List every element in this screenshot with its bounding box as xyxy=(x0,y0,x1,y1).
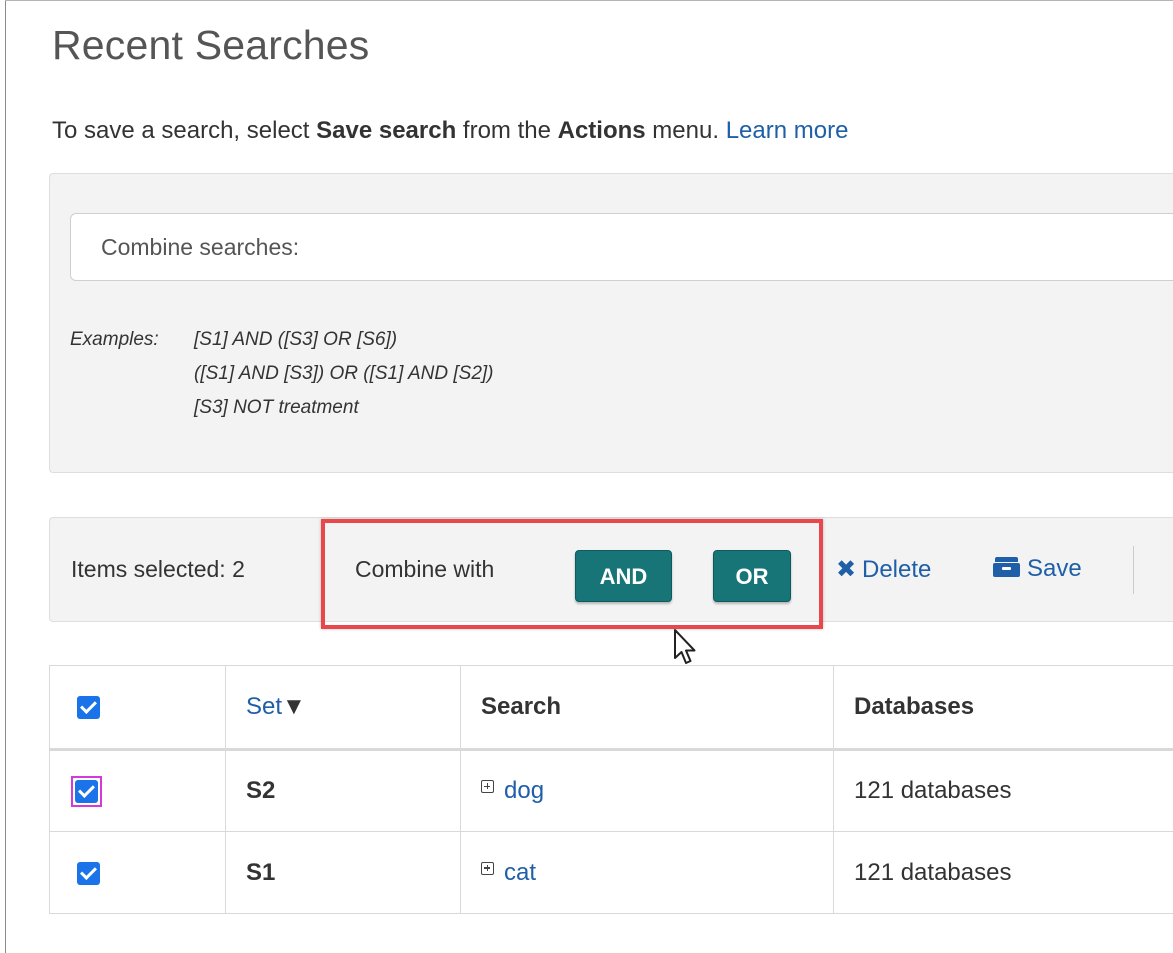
databases-cell: 121 databases xyxy=(833,749,1173,832)
databases-column-header: Databases xyxy=(833,665,1173,751)
toolbar-divider xyxy=(1133,546,1134,594)
expand-plus-icon[interactable] xyxy=(481,861,494,875)
close-icon: ✖ xyxy=(835,556,857,583)
intro-suffix: menu. xyxy=(645,117,726,144)
intro-middle: from the xyxy=(456,117,558,144)
row-checkbox-focus xyxy=(71,775,102,807)
items-selected-count: Items selected: 2 xyxy=(71,556,245,582)
intro-prefix: To save a search, select xyxy=(52,117,317,144)
learn-more-link[interactable]: Learn more xyxy=(726,117,849,144)
set-cell: S2 xyxy=(225,749,461,832)
set-cell: S1 xyxy=(225,831,461,914)
example-line: [S3] NOT treatment xyxy=(194,397,359,418)
intro-actions: Actions xyxy=(557,117,646,144)
actions-bar: Items selected: 2 Combine with AND OR ✖ D… xyxy=(49,517,1173,622)
row-checkbox[interactable] xyxy=(75,779,98,803)
save-button[interactable]: Save xyxy=(993,555,1082,583)
delete-label: Delete xyxy=(862,556,932,583)
select-all-checkbox[interactable] xyxy=(77,696,100,720)
save-label: Save xyxy=(1027,555,1082,582)
window-top-border xyxy=(5,0,1173,1)
mouse-cursor-icon xyxy=(674,629,696,664)
search-cell: cat xyxy=(460,831,834,914)
row-select-cell xyxy=(49,831,226,914)
delete-button[interactable]: ✖ Delete xyxy=(835,555,931,584)
combine-with-label: Combine with xyxy=(355,556,495,582)
examples-label: Examples: xyxy=(70,329,159,350)
combine-and-button[interactable]: AND xyxy=(575,550,672,602)
search-column-header: Search xyxy=(460,665,834,751)
search-history-table: Set▼ Search Databases S2 dog 121 databas… xyxy=(49,665,1173,914)
combine-searches-input[interactable] xyxy=(70,213,1173,281)
save-box-icon xyxy=(993,557,1020,577)
search-term-link[interactable]: dog xyxy=(504,777,544,804)
row-select-cell xyxy=(49,749,226,832)
combine-searches-panel: Examples: [S1] AND ([S3] OR [S6]) ([S1] … xyxy=(49,173,1173,473)
search-term-link[interactable]: cat xyxy=(504,859,536,886)
row-checkbox[interactable] xyxy=(77,861,100,885)
table-row: S1 cat 121 databases xyxy=(49,831,1173,914)
set-header-label: Set xyxy=(246,693,283,720)
expand-plus-icon[interactable] xyxy=(481,780,494,793)
window-left-border xyxy=(5,0,6,953)
example-line: ([S1] AND [S3]) OR ([S1] AND [S2]) xyxy=(194,363,494,384)
select-all-cell xyxy=(49,665,226,751)
save-search-instructions: To save a search, select Save search fro… xyxy=(52,117,848,145)
examples-list: [S1] AND ([S3] OR [S6]) ([S1] AND [S3]) … xyxy=(194,323,494,425)
combine-or-button[interactable]: OR xyxy=(713,550,791,602)
sort-down-icon: ▼ xyxy=(282,693,306,720)
table-header-row: Set▼ Search Databases xyxy=(49,665,1173,751)
page-title: Recent Searches xyxy=(52,22,370,68)
intro-save-search: Save search xyxy=(316,117,457,144)
set-column-header[interactable]: Set▼ xyxy=(225,665,461,751)
databases-cell: 121 databases xyxy=(833,831,1173,914)
example-line: [S1] AND ([S3] OR [S6]) xyxy=(194,329,398,350)
table-row: S2 dog 121 databases xyxy=(49,749,1173,832)
search-cell: dog xyxy=(460,749,834,832)
